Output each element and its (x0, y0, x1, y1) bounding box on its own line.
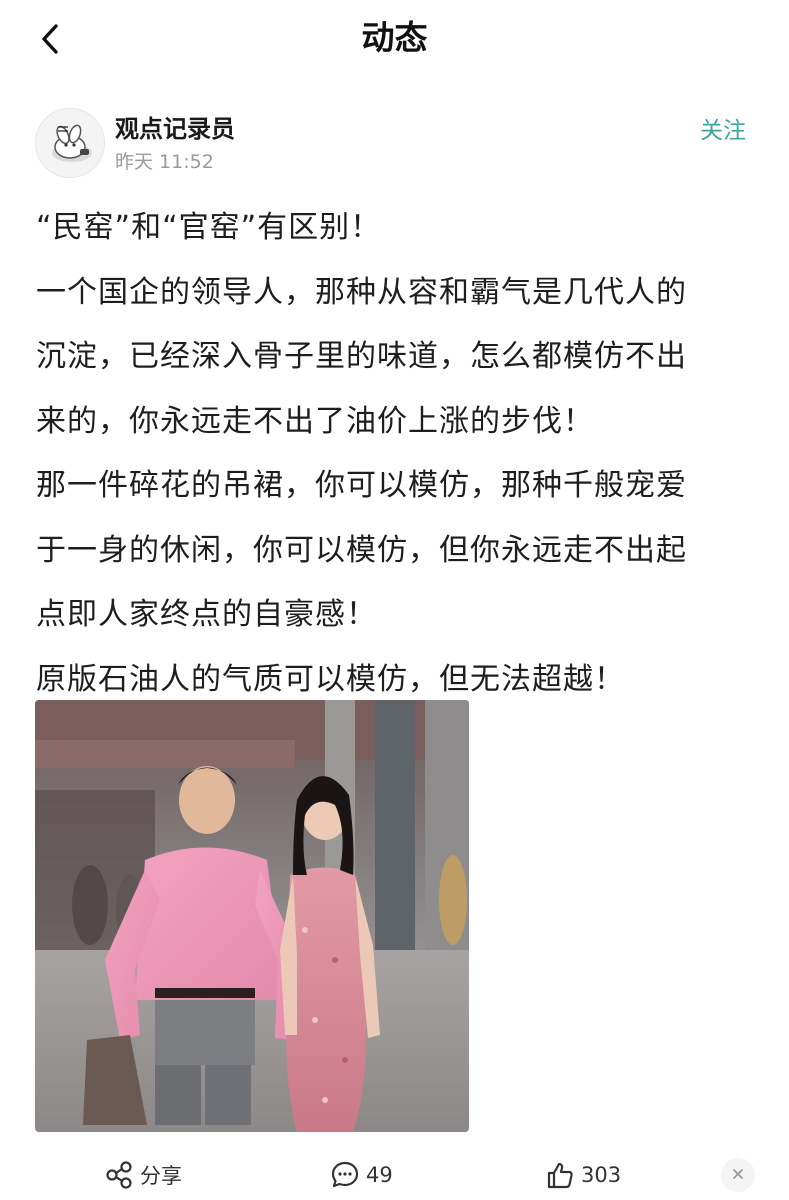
post-image[interactable] (35, 700, 469, 1132)
post-time: 昨天 11:52 (115, 151, 214, 173)
photo-couple-walking-icon (35, 700, 469, 1132)
action-bar: 分享 49 303 (0, 1150, 789, 1200)
follow-button[interactable]: 关注 (700, 114, 746, 148)
page-title: 动态 (361, 18, 428, 57)
post-text-line: 一个国企的领导人，那种从容和霸气是几代人的 (36, 274, 687, 310)
author-row: 观点记录员 昨天 11:52 关注 (0, 100, 789, 190)
share-icon (104, 1160, 140, 1190)
like-count: 303 (581, 1163, 622, 1187)
share-button[interactable]: 分享 (104, 1158, 182, 1192)
post-text-line: 于一身的休闲，你可以模仿，但你永远走不出起 (36, 532, 687, 568)
avatar[interactable] (35, 108, 105, 178)
close-icon (731, 1166, 745, 1185)
share-label: 分享 (140, 1164, 182, 1188)
post-text-line: 来的，你永远走不出了油价上涨的步伐！ (36, 403, 594, 439)
post-text-line: “民窑”和“官窑”有区别！ (36, 210, 382, 245)
post-text-line: 点即人家终点的自豪感！ (36, 597, 377, 632)
comment-button[interactable]: 49 (330, 1158, 393, 1192)
comment-icon (330, 1160, 366, 1190)
post-text: “民窑”和“官窑”有区别！ 一个国企的领导人，那种从容和霸气是几代人的 沉淀，已… (36, 196, 761, 712)
close-button[interactable] (721, 1158, 755, 1192)
top-bar: 动态 (0, 0, 789, 80)
author-name[interactable]: 观点记录员 (115, 112, 235, 146)
thumbs-up-icon (545, 1160, 581, 1190)
comment-count: 49 (366, 1163, 393, 1187)
like-button[interactable]: 303 (545, 1158, 621, 1192)
rabbit-avatar-icon (36, 109, 104, 177)
post-text-line: 沉淀，已经深入骨子里的味道，怎么都模仿不出 (36, 339, 687, 374)
post-text-line: 那一件碎花的吊裙，你可以模仿，那种千般宠爱 (36, 468, 687, 503)
